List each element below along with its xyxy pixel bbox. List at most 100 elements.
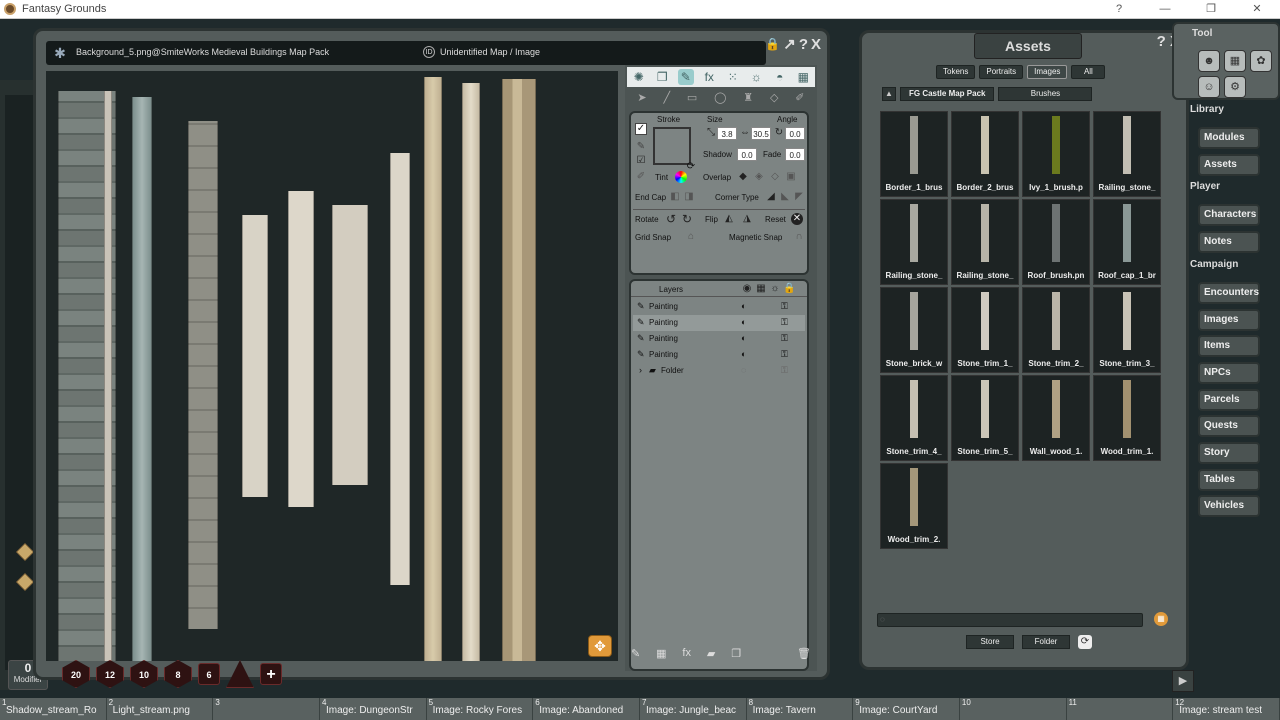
hotkey-slot[interactable]: 3 [213, 698, 320, 720]
asset-tile[interactable]: Border_2_brus [951, 111, 1019, 197]
d4-icon[interactable]: 4 [226, 660, 254, 688]
layer-row[interactable]: ✎ Painting ◐ ⚿ [633, 331, 805, 347]
add-paint-layer-icon[interactable]: ✎ [631, 647, 640, 661]
filter-all[interactable]: All [1071, 65, 1106, 79]
help-icon[interactable]: ? [799, 36, 808, 53]
corner-icon[interactable]: ◢ [765, 191, 777, 203]
grid-snap-icon[interactable]: ⌂ [685, 231, 697, 243]
eyedrop-icon[interactable]: ✐ [795, 91, 804, 107]
gear-icon[interactable]: ⚙ [1224, 76, 1246, 98]
asset-tile[interactable]: Railing_stone_ [880, 199, 948, 285]
hotkey-slot[interactable]: 6 Image: Abandoned [533, 698, 640, 720]
sidebar-item-parcels[interactable]: Parcels [1198, 388, 1260, 411]
store-button[interactable]: Store [966, 635, 1014, 649]
image-icon[interactable]: ✿ [1250, 50, 1272, 72]
unlock-icon[interactable]: ⚿ [781, 301, 788, 312]
corner-icon[interactable]: ◤ [793, 191, 805, 203]
add-fx-layer-icon[interactable]: fx [682, 647, 691, 661]
asset-search-input[interactable]: ◌ [877, 613, 1143, 627]
brush-icon[interactable]: ✎ [677, 69, 694, 85]
id-badge-icon[interactable]: ID [423, 46, 435, 58]
flip-h-icon[interactable]: ◭ [723, 213, 735, 225]
pencil-icon[interactable]: ✎ [635, 141, 647, 153]
overlap-icon[interactable]: ◆ [737, 171, 749, 183]
d20-icon[interactable]: 20 [62, 660, 90, 688]
hotkey-slot[interactable]: 1 Shadow_stream_Ro [0, 698, 107, 720]
fx-icon[interactable]: fx [701, 69, 717, 85]
stamp-icon[interactable]: ♜ [743, 91, 753, 107]
star-icon[interactable]: ✱ [52, 45, 68, 61]
asset-tile[interactable]: Wood_trim_2. [880, 463, 948, 549]
angle-input[interactable]: 0.0 [785, 127, 805, 140]
lock-icon[interactable]: 🔒 [765, 37, 780, 51]
sidebar-item-story[interactable]: Story [1198, 442, 1260, 464]
sidebar-item-vehicles[interactable]: Vehicles [1198, 495, 1260, 518]
layer-row[interactable]: › ▰ Folder ◌ ⚿ [633, 363, 805, 379]
duplicate-icon[interactable]: ❐ [731, 647, 741, 661]
asset-tile[interactable]: Stone_trim_3_ [1093, 287, 1161, 373]
swap-icon[interactable]: ⟳ [685, 161, 697, 173]
brushes-button[interactable]: Brushes [998, 87, 1093, 101]
asset-tile[interactable]: Stone_brick_w [880, 287, 948, 373]
light-icon[interactable]: ☼ [769, 283, 781, 295]
color-wheel-icon[interactable] [675, 171, 687, 183]
overlap-icon[interactable]: ▣ [785, 171, 797, 183]
light-icon[interactable]: ☼ [748, 69, 764, 85]
rotate-right-icon[interactable]: ↻ [681, 213, 693, 225]
lock-icon[interactable]: 🔒 [783, 283, 795, 295]
hotkey-slot[interactable]: 10 [960, 698, 1067, 720]
visibility-icon[interactable]: ◐ [741, 301, 746, 311]
grid-dots-icon[interactable]: ⁙ [725, 69, 741, 85]
hotkey-slot[interactable]: 7 Image: Jungle_beac [640, 698, 747, 720]
image-subtitle[interactable]: Unidentified Map / Image [440, 47, 540, 57]
eye-icon[interactable]: ◉ [741, 283, 753, 295]
d6-icon[interactable]: 6 [198, 663, 220, 685]
maximize-button[interactable]: ❐ [1188, 0, 1234, 19]
asset-tile[interactable]: Roof_brush.pn [1022, 199, 1090, 285]
filter-portraits[interactable]: Portraits [979, 65, 1024, 79]
layer-row[interactable]: ✎ Painting ◐ ⚿ [633, 299, 805, 315]
visibility-icon[interactable]: ◐ [741, 333, 746, 343]
fade-input[interactable]: 0.0 [785, 148, 805, 161]
rotate-left-icon[interactable]: ↺ [665, 213, 677, 225]
hotkey-slot[interactable]: 8 Image: Tavern [747, 698, 854, 720]
d10-icon[interactable]: 10 [130, 660, 158, 688]
layer-row[interactable]: ✎ Painting ◐ ⚿ [633, 347, 805, 363]
asset-tile[interactable]: Roof_cap_1_br [1093, 199, 1161, 285]
shadow-input[interactable]: 0.0 [737, 148, 757, 161]
asset-tile[interactable]: Wall_wood_1. [1022, 375, 1090, 461]
asset-tile[interactable]: Stone_trim_5_ [951, 375, 1019, 461]
asset-tile[interactable]: Stone_trim_4_ [880, 375, 948, 461]
visibility-icon[interactable]: ◐ [741, 317, 746, 327]
endcap-icon[interactable]: ◧ [669, 191, 681, 203]
hotkey-slot[interactable]: 12 Image: stream test [1173, 698, 1280, 720]
asset-tile[interactable]: Ivy_1_brush.p [1022, 111, 1090, 197]
unlock-icon[interactable]: ⚿ [781, 317, 788, 328]
corner-icon[interactable]: ◣ [779, 191, 791, 203]
asset-tile[interactable]: Border_1_brus [880, 111, 948, 197]
sidebar-item-images[interactable]: Images [1198, 308, 1260, 331]
close-icon[interactable]: X [811, 36, 821, 53]
folder-button[interactable]: Folder [1022, 635, 1070, 649]
size-input[interactable]: 3.8 [717, 127, 737, 140]
calendar-icon[interactable]: ▦ [1224, 50, 1246, 72]
line-icon[interactable]: ╱ [663, 91, 670, 107]
sidebar-item-characters[interactable]: Characters [1198, 204, 1260, 227]
endcap-icon[interactable]: ◨ [683, 191, 695, 203]
layer-row[interactable]: ✎ Painting ◐ ⚿ [633, 315, 805, 331]
sidebar-item-modules[interactable]: Modules [1198, 127, 1260, 149]
sidebar-item-tables[interactable]: Tables [1198, 468, 1260, 491]
d8-icon[interactable]: 8 [164, 660, 192, 688]
sidebar-item-assets[interactable]: Assets [1198, 153, 1260, 176]
circle-icon[interactable]: ◯ [714, 91, 726, 107]
grid-view-icon[interactable]: ▦ [1154, 612, 1168, 626]
filter-images[interactable]: Images [1027, 65, 1068, 79]
asset-tile[interactable]: Railing_stone_ [951, 199, 1019, 285]
select-icon[interactable]: ➤ [637, 91, 646, 107]
close-button[interactable]: ✕ [1234, 0, 1280, 19]
resize-icon[interactable]: ↗ [783, 35, 796, 53]
trash-icon[interactable]: 🗑 [797, 647, 811, 661]
hotkey-slot[interactable]: 9 Image: CourtYard [853, 698, 960, 720]
visibility-icon[interactable]: ◐ [741, 349, 746, 359]
unlock-icon[interactable]: ⚿ [781, 365, 788, 376]
